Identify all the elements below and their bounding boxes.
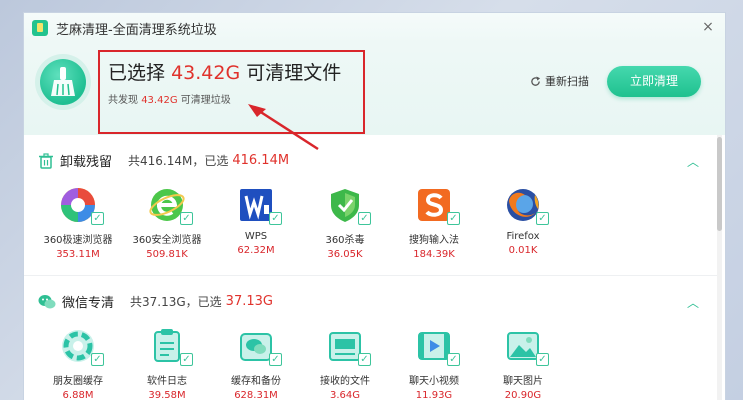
item-size: 628.31M <box>234 390 278 400</box>
item-software-log[interactable]: ✓ 软件日志 39.58M <box>127 328 207 400</box>
item-name: WPS <box>244 231 268 242</box>
vertical-scrollbar[interactable] <box>717 135 722 400</box>
checkbox[interactable]: ✓ <box>447 212 460 225</box>
section-wechat-clean: 微信专清 共37.13G，已选 37.13G ︿ ✓ 朋友圈缓存 6.88M ✓… <box>24 275 719 400</box>
item-moments-cache[interactable]: ✓ 朋友圈缓存 6.88M <box>38 328 118 400</box>
checkbox[interactable]: ✓ <box>91 212 104 225</box>
item-name: 朋友圈缓存 <box>53 376 103 387</box>
checkbox[interactable]: ✓ <box>91 353 104 366</box>
collapse-chevron-icon[interactable]: ︿ <box>687 153 699 170</box>
item-name: 360安全浏览器 <box>132 235 202 246</box>
item-360-safe-browser[interactable]: ✓ 360安全浏览器 509.81K <box>127 187 207 260</box>
item-size: 39.58M <box>148 390 186 400</box>
checkbox[interactable]: ✓ <box>358 212 371 225</box>
wechat-icon <box>38 294 56 308</box>
checkbox[interactable]: ✓ <box>536 212 549 225</box>
item-name: Firefox <box>506 231 540 242</box>
item-wps[interactable]: ✓ WPS 62.32M <box>216 187 296 256</box>
summary-header: 已选择 43.42G 可清理文件 共发现 43.42G 可清理垃圾 重新扫描 立… <box>24 43 725 151</box>
item-size: 509.81K <box>146 249 188 260</box>
collapse-chevron-icon[interactable]: ︿ <box>687 294 699 311</box>
item-name: 接收的文件 <box>320 376 370 387</box>
item-size: 11.93G <box>415 390 453 400</box>
section-header[interactable]: 卸载残留 共416.14M，已选 416.14M <box>38 151 289 170</box>
checkbox[interactable]: ✓ <box>358 353 371 366</box>
item-size: 6.88M <box>62 390 94 400</box>
item-name: 缓存和备份 <box>231 376 281 387</box>
item-name: 360极速浏览器 <box>43 235 113 246</box>
trash-icon <box>39 152 53 169</box>
item-size: 0.01K <box>508 245 538 256</box>
section-title: 微信专清 <box>62 296 115 311</box>
scan-results-list: 卸载残留 共416.14M，已选 416.14M ︿ ✓ 360极速浏览器 35… <box>24 135 725 400</box>
checkbox[interactable]: ✓ <box>269 212 282 225</box>
item-chat-image[interactable]: ✓ 聊天图片 20.90G <box>483 328 563 400</box>
broom-icon <box>40 59 86 105</box>
close-button[interactable]: × <box>701 20 715 34</box>
item-size: 184.39K <box>413 249 455 260</box>
section-uninstall-residue: 卸载残留 共416.14M，已选 416.14M ︿ ✓ 360极速浏览器 35… <box>24 135 719 275</box>
item-chat-video[interactable]: ✓ 聊天小视频 11.93G <box>394 328 474 400</box>
refresh-icon <box>531 75 541 86</box>
app-window: 芝麻清理-全面清理系统垃圾 × 已选择 43.42G 可清理文件 共发现 43.… <box>23 12 726 400</box>
item-size: 36.05K <box>327 249 363 260</box>
checkbox[interactable]: ✓ <box>180 353 193 366</box>
item-name: 软件日志 <box>147 376 187 387</box>
item-size: 20.90G <box>504 390 542 400</box>
section-total: 共416.14M，已选 <box>128 154 229 168</box>
item-size: 3.64G <box>329 390 360 400</box>
item-size: 353.11M <box>56 249 100 260</box>
section-header[interactable]: 微信专清 共37.13G，已选 37.13G <box>38 292 273 311</box>
app-logo-icon <box>32 20 48 36</box>
checkbox[interactable]: ✓ <box>447 353 460 366</box>
item-name: 聊天小视频 <box>409 376 459 387</box>
section-selected: 416.14M <box>232 153 290 168</box>
item-name: 360杀毒 <box>325 235 365 246</box>
section-total: 共37.13G，已选 <box>130 295 222 309</box>
checkbox[interactable]: ✓ <box>269 353 282 366</box>
window-title: 芝麻清理-全面清理系统垃圾 <box>56 22 217 38</box>
clean-now-button[interactable]: 立即清理 <box>607 66 701 97</box>
rescan-label: 重新扫描 <box>545 75 589 88</box>
item-name: 聊天图片 <box>503 376 543 387</box>
checkbox[interactable]: ✓ <box>536 353 549 366</box>
item-cache-backup[interactable]: ✓ 缓存和备份 628.31M <box>216 328 296 400</box>
title-bar: 芝麻清理-全面清理系统垃圾 × <box>24 13 725 43</box>
item-size: 62.32M <box>237 245 275 256</box>
rescan-button[interactable]: 重新扫描 <box>530 73 589 89</box>
item-360-antivirus[interactable]: ✓ 360杀毒 36.05K <box>305 187 385 260</box>
section-title: 卸载残留 <box>60 155 113 170</box>
section-selected: 37.13G <box>225 294 273 309</box>
item-360-speed-browser[interactable]: ✓ 360极速浏览器 353.11M <box>38 187 118 260</box>
checkbox[interactable]: ✓ <box>180 212 193 225</box>
item-firefox[interactable]: ✓ Firefox 0.01K <box>483 187 563 256</box>
scrollbar-thumb[interactable] <box>717 137 722 231</box>
item-name: 搜狗输入法 <box>409 235 459 246</box>
item-sogou-input[interactable]: ✓ 搜狗输入法 184.39K <box>394 187 474 260</box>
annotation-highlight-box <box>98 50 365 134</box>
item-received-files[interactable]: ✓ 接收的文件 3.64G <box>305 328 385 400</box>
